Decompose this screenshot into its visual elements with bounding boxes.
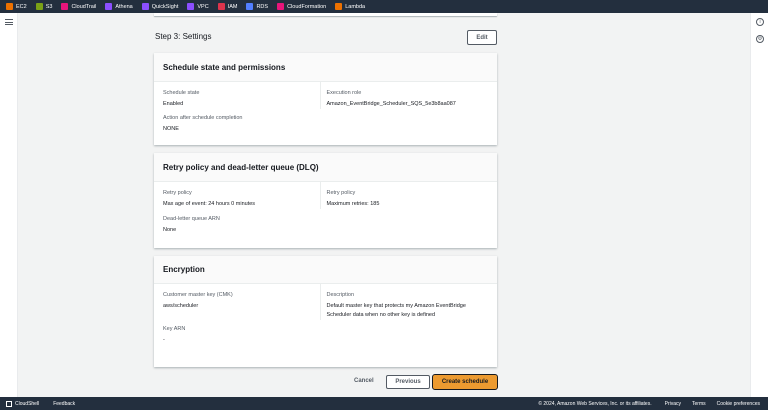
lambda-icon [335,3,343,10]
service-shortcut-athena[interactable]: Athena [105,3,133,10]
service-label: QuickSight [151,3,179,10]
step-title: Step 3: Settings [155,32,212,41]
card-title: Encryption [154,256,497,284]
service-shortcut-s3[interactable]: S3 [35,3,53,10]
footer-bar: CloudShell Feedback © 2024, Amazon Web S… [0,397,768,410]
service-shortcut-quicksight[interactable]: QuickSight [141,3,179,10]
quicksight-icon [141,3,149,10]
field-label: Dead-letter queue ARN [163,216,220,222]
encryption-card: Encryption Customer master key (CMK) aws/… [154,256,497,367]
service-shortcut-rds[interactable]: RDS [246,3,268,10]
service-label: Lambda [345,3,366,10]
field-value: NONE [163,126,179,132]
field-value: Default master key that protects my Amaz… [326,303,466,318]
field-label: Schedule state [163,90,200,96]
field-label: Execution role [326,90,362,96]
service-label: EC2 [16,3,27,10]
retry-policy-card: Retry policy and dead-letter queue (DLQ)… [154,153,497,248]
schedule-state-card: Schedule state and permissions Schedule … [154,53,497,145]
service-label: Athena [115,3,133,10]
feedback-link[interactable]: Feedback [53,401,75,407]
service-label: VPC [197,3,209,10]
cloudshell-link[interactable]: CloudShell [6,400,40,407]
right-tools-rail: i ⚙ [750,13,768,397]
card-title: Retry policy and dead-letter queue (DLQ) [154,153,497,182]
field-label: Retry policy [326,190,356,196]
left-nav-rail [0,13,18,397]
field-label: Key ARN [163,326,186,332]
service-shortcut-iam[interactable]: IAM [217,3,238,10]
field-value: - [163,337,165,343]
cookie-preferences-link[interactable]: Cookie preferences [717,401,760,407]
s3-icon [35,3,43,10]
service-label: RDS [256,3,269,10]
service-label: S3 [45,3,53,10]
menu-icon[interactable] [5,19,13,25]
privacy-link[interactable]: Privacy [665,401,681,407]
ec2-icon [6,3,13,10]
rds-icon [246,3,254,10]
field-label: Description [326,292,355,298]
settings-icon[interactable]: ⚙ [756,35,764,43]
service-shortcuts-bar: EC2 S3 CloudTrail Athena QuickSight VPC IAM RDS… [0,0,768,13]
previous-card-edge [154,13,497,16]
vpc-icon [187,3,195,10]
card-title: Schedule state and permissions [154,53,497,82]
field-label: Customer master key (CMK) [163,292,233,298]
service-shortcut-lambda[interactable]: Lambda [335,3,365,10]
field-value: Maximum retries: 185 [326,201,380,207]
field-value: aws/scheduler [163,303,199,309]
terminal-icon [6,400,12,407]
info-icon[interactable]: i [756,18,764,26]
athena-icon [105,3,113,10]
service-label: CloudFormation [287,3,327,10]
service-label: IAM [227,3,238,10]
field-value: Max age of event: 24 hours 0 minutes [163,201,256,207]
field-value: None [163,227,177,233]
service-shortcut-cloudformation[interactable]: CloudFormation [277,3,326,10]
copyright-text: © 2024, Amazon Web Services, Inc. or its… [538,400,652,407]
field-value: Amazon_EventBridge_Scheduler_SQS_5e3b8aa… [326,101,456,107]
field-label: Action after schedule completion [163,115,243,121]
field-value: Enabled [163,101,184,107]
iam-icon [217,3,225,10]
service-shortcut-vpc[interactable]: VPC [187,3,209,10]
service-shortcut-cloudtrail[interactable]: CloudTrail [61,3,96,10]
create-schedule-button[interactable]: Create schedule [432,374,498,390]
terms-link[interactable]: Terms [692,401,706,407]
field-label: Retry policy [163,190,192,196]
service-shortcut-ec2[interactable]: EC2 [6,3,27,10]
cloudtrail-icon [61,3,69,10]
service-label: CloudTrail [71,3,97,10]
cloudformation-icon [277,3,285,10]
edit-button[interactable]: Edit [467,30,497,45]
cloudshell-label: CloudShell [15,400,40,407]
previous-button[interactable]: Previous [386,375,430,389]
cancel-button[interactable]: Cancel [354,378,374,384]
